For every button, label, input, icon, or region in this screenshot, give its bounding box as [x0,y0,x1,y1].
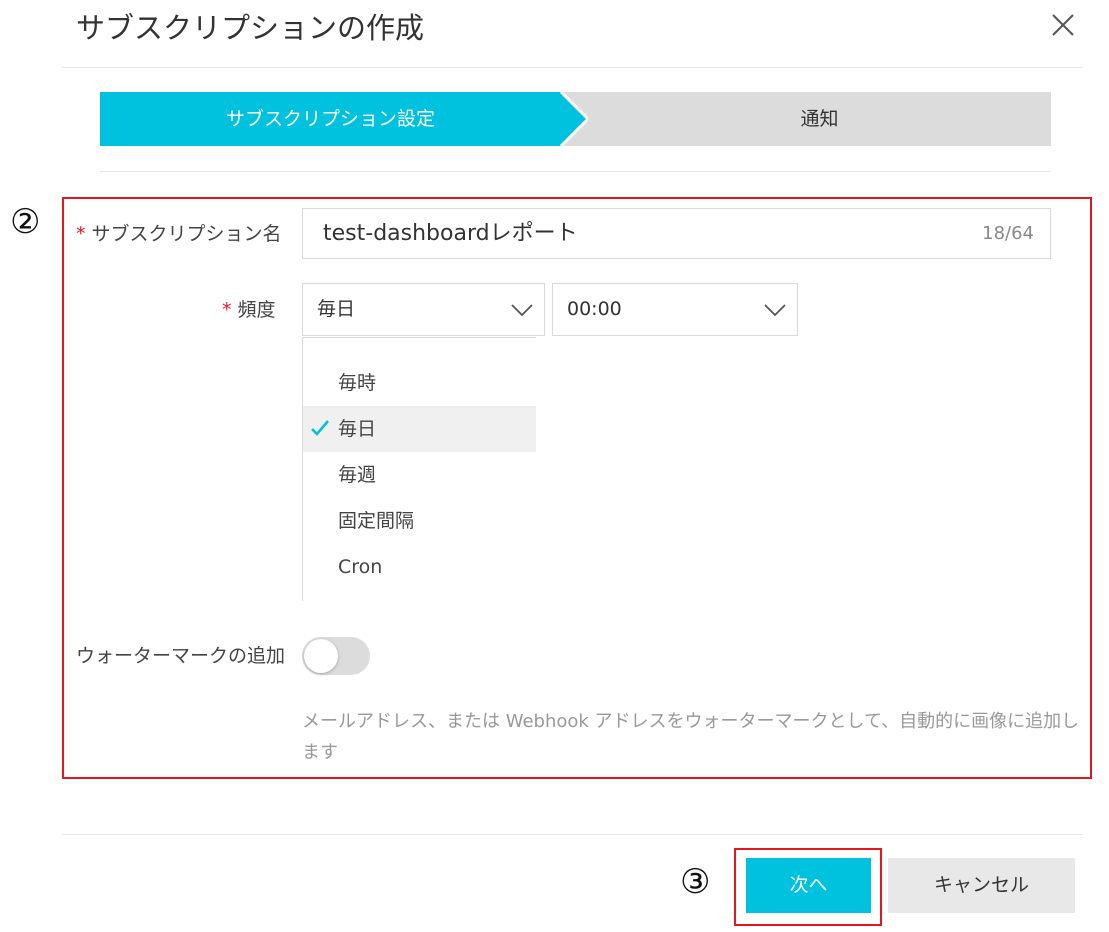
frequency-dropdown-menu: 毎時 毎日 毎週 固定間隔 Cron [302,337,536,601]
toggle-knob [304,639,338,673]
subscription-name-value: test-dashboardレポート [323,221,578,246]
option-label: Cron [338,556,383,578]
close-icon [1052,14,1074,36]
frequency-label: * 頻度 [222,297,276,323]
watermark-label: ウォーターマークの追加 [76,645,286,667]
option-label: 固定間隔 [338,510,415,532]
header-divider [62,67,1083,68]
frequency-option-cron[interactable]: Cron [303,544,536,590]
frequency-option-fixed-interval[interactable]: 固定間隔 [303,498,536,544]
step-indicator: 通知 サブスクリプション設定 [100,92,1051,146]
watermark-toggle[interactable] [302,637,370,675]
frequency-option-hourly[interactable]: 毎時 [303,360,536,406]
footer-divider [62,834,1083,835]
time-select[interactable]: 00:00 [552,283,798,336]
subscription-name-label-text: サブスクリプション名 [91,223,282,245]
subscription-name-label: * サブスクリプション名 [76,221,282,247]
required-mark: * [76,223,86,245]
annotation-marker-2: ② [10,202,41,242]
watermark-hint: メールアドレス、または Webhook アドレスをウォーターマークとして、自動的… [302,711,1080,763]
option-label: 毎時 [338,372,377,394]
step-subscription-settings-label: サブスクリプション設定 [225,108,435,130]
time-selected-value: 00:00 [567,298,622,320]
chevron-down-icon [764,304,786,317]
step-subscription-settings: サブスクリプション設定 [100,92,588,146]
frequency-select[interactable]: 毎日 [302,283,545,336]
frequency-selected-value: 毎日 [317,298,356,320]
option-label: 毎日 [338,418,377,440]
frequency-label-text: 頻度 [237,299,276,321]
subscription-name-counter: 18/64 [982,223,1034,244]
required-mark: * [222,299,232,321]
annotation-marker-3: ③ [680,862,711,902]
frequency-option-weekly[interactable]: 毎週 [303,452,536,498]
dropdown-top-border [303,337,536,338]
steps-divider [100,171,1051,172]
subscription-name-input[interactable]: test-dashboardレポート 18/64 [302,208,1051,259]
option-label: 毎週 [338,464,377,486]
frequency-option-daily[interactable]: 毎日 [303,406,536,452]
next-button[interactable]: 次へ [746,858,871,913]
chevron-down-icon [511,304,533,317]
cancel-button[interactable]: キャンセル [888,858,1075,913]
check-icon [311,420,329,436]
dialog-title: サブスクリプションの作成 [76,11,425,45]
step-notification-label: 通知 [800,108,839,130]
close-button[interactable] [1048,10,1078,40]
